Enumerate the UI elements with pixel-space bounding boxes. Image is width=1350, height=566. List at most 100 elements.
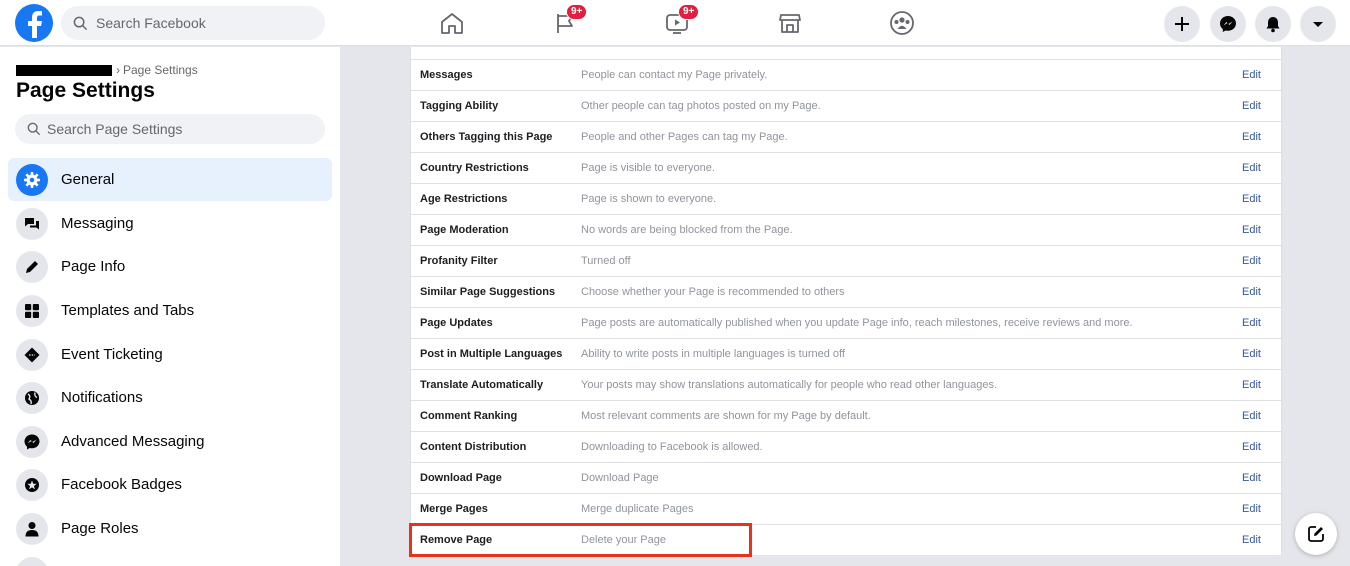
setting-label: Page Updates bbox=[420, 317, 493, 329]
marketplace-icon bbox=[779, 14, 801, 33]
sidebar-item-templates-and-tabs[interactable]: Templates and Tabs bbox=[8, 289, 332, 332]
sidebar-item-event-ticketing[interactable]: Event Ticketing bbox=[8, 333, 332, 376]
edit-link[interactable]: Edit bbox=[1242, 379, 1261, 391]
edit-link[interactable]: Edit bbox=[1242, 503, 1261, 515]
sidebar-item-label: Page Roles bbox=[61, 520, 139, 537]
setting-label: Tagging Ability bbox=[420, 100, 499, 112]
more-icon bbox=[16, 556, 48, 566]
edit-link[interactable]: Edit bbox=[1242, 348, 1261, 360]
badge-icon bbox=[16, 468, 48, 501]
table-row[interactable]: Profanity Filter Turned off Edit bbox=[411, 245, 1281, 276]
setting-description: Ability to write posts in multiple langu… bbox=[581, 348, 845, 360]
bell-icon bbox=[1266, 17, 1280, 33]
messenger-button[interactable] bbox=[1210, 6, 1246, 42]
create-button[interactable] bbox=[1164, 6, 1200, 42]
table-row[interactable]: Merge Pages Merge duplicate Pages Edit bbox=[411, 493, 1281, 524]
setting-label: Merge Pages bbox=[420, 503, 488, 515]
sidebar-item-label: Event Ticketing bbox=[61, 346, 163, 363]
edit-link[interactable]: Edit bbox=[1242, 224, 1261, 236]
setting-label: Post in Multiple Languages bbox=[420, 348, 563, 360]
sidebar-item-label: Messaging bbox=[61, 215, 134, 232]
pages-tab[interactable]: 9+ bbox=[550, 4, 588, 38]
sidebar-item-notifications[interactable]: Notifications bbox=[8, 376, 332, 419]
notifications-button[interactable] bbox=[1255, 6, 1291, 42]
edit-link[interactable]: Edit bbox=[1242, 534, 1261, 546]
sidebar-item-facebook-badges[interactable]: Facebook Badges bbox=[8, 463, 332, 506]
table-row[interactable]: Others Tagging this Page People and othe… bbox=[411, 121, 1281, 152]
watch-tab[interactable]: 9+ bbox=[662, 4, 700, 38]
search-icon bbox=[27, 122, 41, 136]
setting-label: Translate Automatically bbox=[420, 379, 544, 391]
home-tab[interactable] bbox=[437, 8, 467, 38]
edit-link[interactable]: Edit bbox=[1242, 193, 1261, 205]
gear-icon bbox=[16, 163, 48, 196]
table-row[interactable]: Post in Multiple Languages Ability to wr… bbox=[411, 338, 1281, 369]
edit-link[interactable]: Edit bbox=[1242, 317, 1261, 329]
search-facebook-input[interactable]: Search Facebook bbox=[61, 6, 325, 40]
top-navigation-bar: Search Facebook 9+ 9+ bbox=[0, 0, 1350, 46]
chevron-down-icon bbox=[1313, 22, 1323, 27]
edit-link[interactable]: Edit bbox=[1242, 255, 1261, 267]
setting-label: Country Restrictions bbox=[420, 162, 529, 174]
sidebar-item-advanced-messaging[interactable]: Advanced Messaging bbox=[8, 420, 332, 463]
setting-label: Messages bbox=[420, 69, 473, 81]
groups-icon bbox=[890, 11, 914, 35]
plus-icon bbox=[1175, 17, 1189, 31]
globe-icon bbox=[16, 381, 48, 414]
setting-label: Profanity Filter bbox=[420, 255, 498, 267]
sidebar-item-general[interactable]: General bbox=[8, 158, 332, 201]
ticket-icon bbox=[16, 338, 48, 371]
setting-label: Comment Ranking bbox=[420, 410, 518, 422]
edit-link[interactable]: Edit bbox=[1242, 410, 1261, 422]
setting-description: No words are being blocked from the Page… bbox=[581, 224, 793, 236]
setting-label: Content Distribution bbox=[420, 441, 527, 453]
table-row[interactable]: Country Restrictions Page is visible to … bbox=[411, 152, 1281, 183]
setting-description: People can contact my Page privately. bbox=[581, 69, 768, 81]
table-row[interactable]: Comment Ranking Most relevant comments a… bbox=[411, 400, 1281, 431]
setting-label: Download Page bbox=[420, 472, 502, 484]
chat-icon bbox=[16, 207, 48, 240]
new-message-button[interactable] bbox=[1295, 513, 1337, 555]
edit-link[interactable]: Edit bbox=[1242, 441, 1261, 453]
account-menu-button[interactable] bbox=[1300, 6, 1336, 42]
edit-link[interactable]: Edit bbox=[1242, 286, 1261, 298]
search-page-settings-placeholder: Search Page Settings bbox=[47, 121, 183, 137]
facebook-logo-icon[interactable] bbox=[15, 4, 53, 42]
table-row[interactable]: Similar Page Suggestions Choose whether … bbox=[411, 276, 1281, 307]
table-row[interactable]: Page Moderation No words are being block… bbox=[411, 214, 1281, 245]
edit-link[interactable]: Edit bbox=[1242, 69, 1261, 81]
page-settings-sidebar: › Page Settings Page Settings Search Pag… bbox=[0, 47, 340, 566]
setting-description: Most relevant comments are shown for my … bbox=[581, 410, 871, 422]
groups-tab[interactable] bbox=[887, 8, 917, 38]
edit-link[interactable]: Edit bbox=[1242, 131, 1261, 143]
page-title: Page Settings bbox=[16, 79, 155, 102]
search-page-settings-input[interactable]: Search Page Settings bbox=[15, 114, 325, 144]
watch-notification-badge: 9+ bbox=[678, 4, 700, 20]
remove-page-highlight-box bbox=[409, 523, 752, 557]
table-row[interactable]: Age Restrictions Page is shown to everyo… bbox=[411, 183, 1281, 214]
edit-link[interactable]: Edit bbox=[1242, 100, 1261, 112]
table-row[interactable]: Translate Automatically Your posts may s… bbox=[411, 369, 1281, 400]
table-row[interactable]: Messages People can contact my Page priv… bbox=[411, 59, 1281, 90]
setting-description: Other people can tag photos posted on my… bbox=[581, 100, 821, 112]
sidebar-item-more[interactable] bbox=[8, 551, 332, 566]
table-row[interactable]: Tagging Ability Other people can tag pho… bbox=[411, 90, 1281, 121]
sidebar-item-messaging[interactable]: Messaging bbox=[8, 202, 332, 245]
marketplace-tab[interactable] bbox=[775, 8, 805, 38]
grid-icon bbox=[16, 294, 48, 327]
sidebar-item-label: Facebook Badges bbox=[61, 476, 182, 493]
sidebar-item-page-info[interactable]: Page Info bbox=[8, 245, 332, 288]
edit-link[interactable]: Edit bbox=[1242, 162, 1261, 174]
sidebar-item-page-roles[interactable]: Page Roles bbox=[8, 507, 332, 550]
pages-notification-badge: 9+ bbox=[566, 4, 588, 20]
pencil-icon bbox=[16, 250, 48, 283]
setting-label: Page Moderation bbox=[420, 224, 509, 236]
messenger-icon bbox=[1220, 16, 1236, 32]
settings-table: Messages People can contact my Page priv… bbox=[410, 47, 1282, 555]
table-row[interactable]: Content Distribution Downloading to Face… bbox=[411, 431, 1281, 462]
table-row[interactable]: Page Updates Page posts are automaticall… bbox=[411, 307, 1281, 338]
edit-link[interactable]: Edit bbox=[1242, 472, 1261, 484]
search-placeholder: Search Facebook bbox=[96, 15, 206, 31]
setting-description: Turned off bbox=[581, 255, 631, 267]
table-row[interactable]: Download Page Download Page Edit bbox=[411, 462, 1281, 493]
